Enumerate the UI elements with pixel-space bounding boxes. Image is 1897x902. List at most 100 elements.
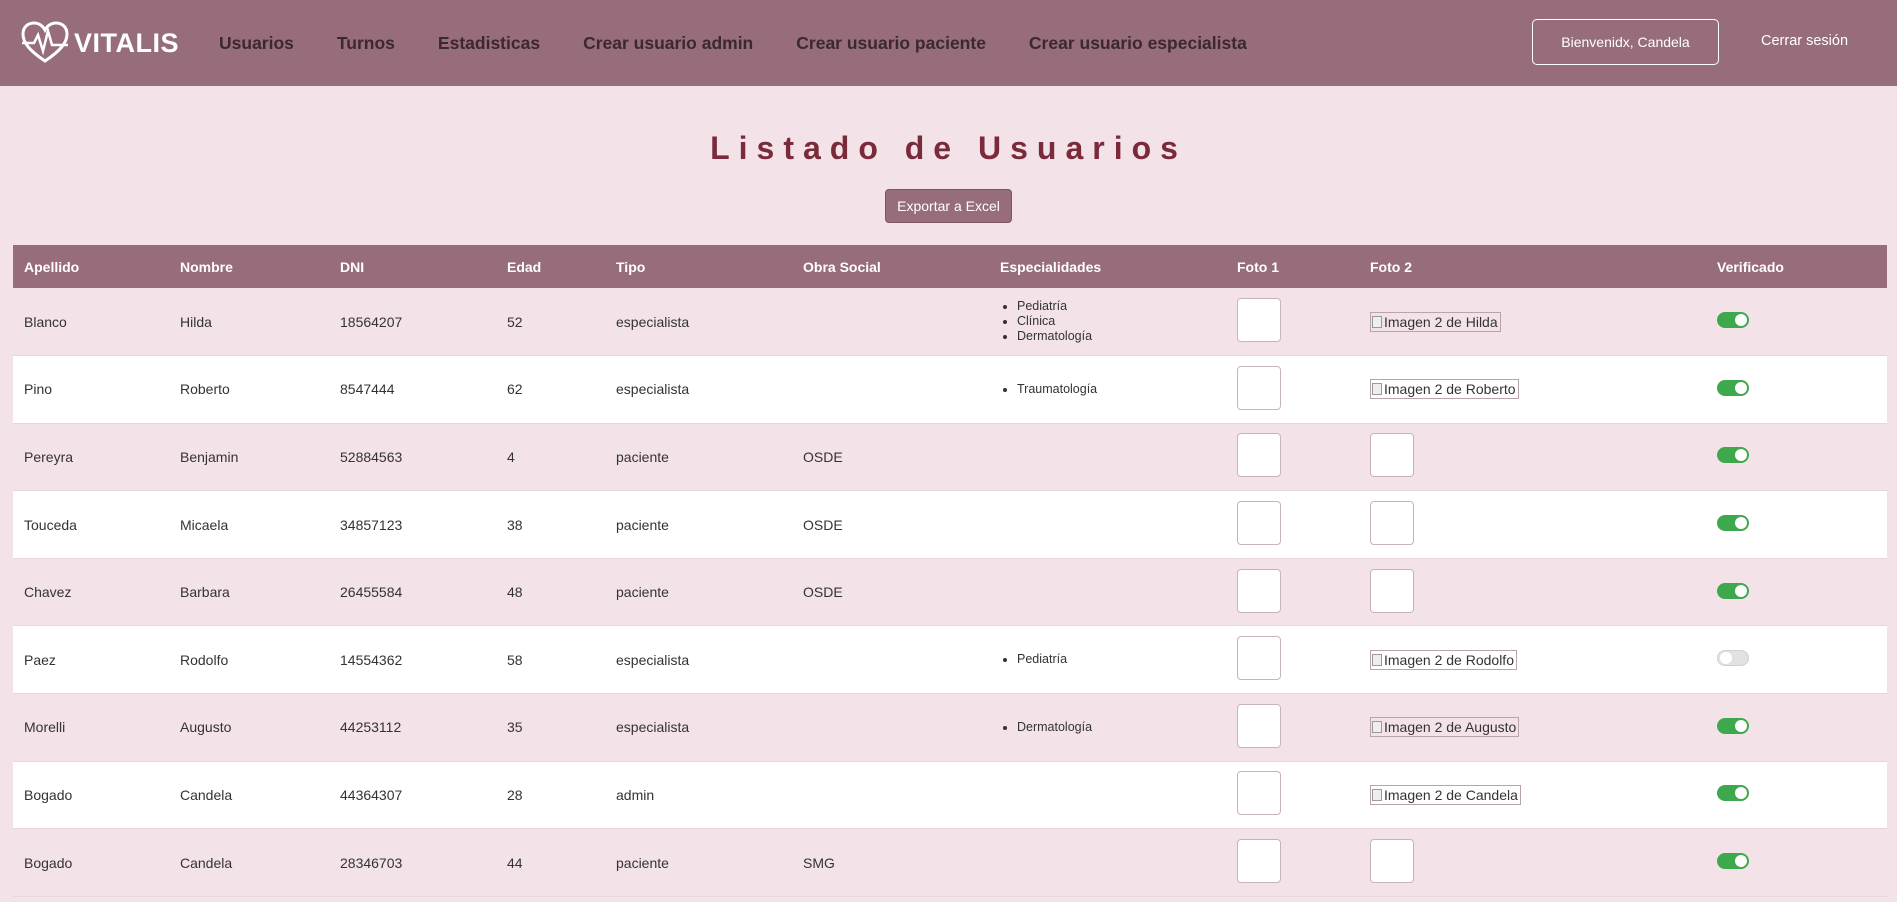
avatar-foto1[interactable] [1237, 839, 1281, 884]
verified-toggle[interactable] [1717, 582, 1749, 599]
col-header-nombre[interactable]: Nombre [169, 245, 329, 288]
cell-especialidades [989, 558, 1226, 626]
cell-apellido: Bogado [24, 786, 73, 803]
cell-foto2: Imagen 2 de Hilda [1359, 288, 1706, 356]
broken-image[interactable]: Imagen 2 de Augusto [1370, 717, 1520, 738]
broken-image-icon [1372, 721, 1382, 734]
cell-verificado [1706, 829, 1887, 897]
avatar-foto2[interactable] [1370, 501, 1414, 546]
col-header-verificado[interactable]: Verificado [1706, 245, 1887, 288]
cell-dni: 52884563 [340, 448, 403, 465]
cell-nombre: Micaela [180, 516, 229, 533]
table-row[interactable]: Pino Roberto 8547444 62 especialista Traumato… [13, 355, 1887, 424]
cell-foto2: Imagen 2 de Candela [1359, 761, 1706, 829]
especialidad-item: Pediatría [1017, 652, 1226, 667]
table-body: Blanco Hilda 18564207 52 especialista Pediatr… [13, 288, 1887, 897]
table-row[interactable]: Chavez Barbara 26455584 48 paciente OSDE [13, 558, 1887, 626]
avatar-foto1[interactable] [1237, 568, 1281, 613]
cell-nombre: Candela [180, 854, 233, 871]
cell-foto1 [1226, 288, 1359, 356]
verified-toggle[interactable] [1717, 379, 1749, 396]
table-row[interactable]: Morelli Augusto 44253112 35 especialista Derm… [13, 693, 1887, 762]
nav-link-estadisticas[interactable]: Estadisticas [438, 33, 540, 54]
cell-especialidades: Traumatología [989, 356, 1226, 424]
avatar-foto2[interactable] [1370, 839, 1414, 884]
nav-link-crear-especialista[interactable]: Crear usuario especialista [1029, 33, 1247, 54]
welcome-user-button[interactable]: Bienvenidx, Candela [1532, 19, 1719, 65]
avatar-foto1[interactable] [1237, 703, 1281, 748]
cell-foto2: Imagen 2 de Roberto [1359, 356, 1706, 424]
avatar-foto1[interactable] [1237, 298, 1281, 343]
broken-image-icon [1372, 383, 1382, 396]
especialidades-list: PediatríaClínicaDermatología [1000, 299, 1226, 344]
cell-tipo: paciente [616, 854, 669, 871]
avatar-foto1[interactable] [1237, 365, 1281, 410]
cell-foto1 [1226, 558, 1359, 626]
col-header-obra-social[interactable]: Obra Social [792, 245, 989, 288]
image-alt-text: Imagen 2 de Rodolfo [1384, 651, 1514, 668]
col-header-foto1[interactable]: Foto 1 [1226, 245, 1359, 288]
avatar-foto1[interactable] [1237, 433, 1281, 478]
broken-image[interactable]: Imagen 2 de Hilda [1370, 311, 1501, 332]
cell-foto1 [1226, 626, 1359, 694]
verified-toggle[interactable] [1717, 312, 1749, 329]
table-row[interactable]: Bogado Candela 28346703 44 paciente SMG [13, 828, 1887, 897]
cell-apellido: Chavez [24, 584, 72, 601]
col-header-edad[interactable]: Edad [496, 245, 605, 288]
cell-tipo: paciente [616, 516, 669, 533]
cell-apellido: Morelli [24, 719, 66, 736]
cell-foto1 [1226, 829, 1359, 897]
col-header-apellido[interactable]: Apellido [13, 245, 169, 288]
brand-logo[interactable]: VITALIS [20, 21, 179, 65]
nav-link-turnos[interactable]: Turnos [337, 33, 395, 54]
table-row[interactable]: Pereyra Benjamin 52884563 4 paciente OSDE [13, 423, 1887, 491]
nav-link-crear-paciente[interactable]: Crear usuario paciente [796, 33, 986, 54]
logout-link[interactable]: Cerrar sesión [1761, 33, 1848, 49]
nav-link-crear-admin[interactable]: Crear usuario admin [583, 33, 753, 54]
col-header-tipo[interactable]: Tipo [605, 245, 792, 288]
table-row[interactable]: Blanco Hilda 18564207 52 especialista Pediatr… [13, 288, 1887, 356]
col-header-dni[interactable]: DNI [329, 245, 496, 288]
cell-edad: 35 [507, 719, 523, 736]
cell-nombre: Hilda [180, 313, 212, 330]
verified-toggle[interactable] [1717, 650, 1749, 667]
export-excel-button[interactable]: Exportar a Excel [885, 189, 1012, 223]
avatar-foto2[interactable] [1370, 433, 1414, 478]
image-alt-text: Imagen 2 de Roberto [1384, 381, 1516, 398]
cell-nombre: Rodolfo [180, 651, 229, 668]
cell-verificado [1706, 694, 1887, 762]
verified-toggle[interactable] [1717, 785, 1749, 802]
cell-especialidades: PediatríaClínicaDermatología [989, 288, 1226, 356]
heartbeat-heart-icon [21, 21, 69, 63]
nav-link-usuarios[interactable]: Usuarios [219, 33, 294, 54]
verified-toggle[interactable] [1717, 515, 1749, 532]
avatar-foto2[interactable] [1370, 568, 1414, 613]
table-row[interactable]: Touceda Micaela 34857123 38 paciente OSDE [13, 490, 1887, 559]
verified-toggle[interactable] [1717, 717, 1749, 734]
table-row[interactable]: Bogado Candela 44364307 28 admin Imagen 2 de … [13, 761, 1887, 829]
image-alt-text: Imagen 2 de Hilda [1384, 313, 1498, 330]
verified-toggle[interactable] [1717, 853, 1749, 870]
broken-image[interactable]: Imagen 2 de Candela [1370, 784, 1521, 805]
avatar-foto1[interactable] [1237, 501, 1281, 546]
broken-image[interactable]: Imagen 2 de Roberto [1370, 379, 1519, 400]
avatar-foto1[interactable] [1237, 636, 1281, 681]
users-table-wrap: Apellido Nombre DNI Edad Tipo Obra Socia… [13, 245, 1887, 897]
cell-foto2 [1359, 829, 1706, 897]
page-title: Listado de Usuarios [710, 130, 1187, 166]
cell-obra-social: OSDE [803, 516, 843, 533]
cell-edad: 38 [507, 516, 523, 533]
avatar-foto1[interactable] [1237, 771, 1281, 816]
especialidades-list: Traumatología [1000, 382, 1226, 397]
verified-toggle[interactable] [1717, 447, 1749, 464]
cell-verificado [1706, 423, 1887, 491]
cell-edad: 28 [507, 786, 523, 803]
cell-verificado [1706, 356, 1887, 424]
cell-verificado [1706, 761, 1887, 829]
cell-foto2 [1359, 491, 1706, 559]
col-header-especialidades[interactable]: Especialidades [989, 245, 1226, 288]
col-header-foto2[interactable]: Foto 2 [1359, 245, 1706, 288]
table-row[interactable]: Paez Rodolfo 14554362 58 especialista Pediatr… [13, 625, 1887, 694]
cell-tipo: paciente [616, 584, 669, 601]
broken-image[interactable]: Imagen 2 de Rodolfo [1370, 649, 1517, 670]
